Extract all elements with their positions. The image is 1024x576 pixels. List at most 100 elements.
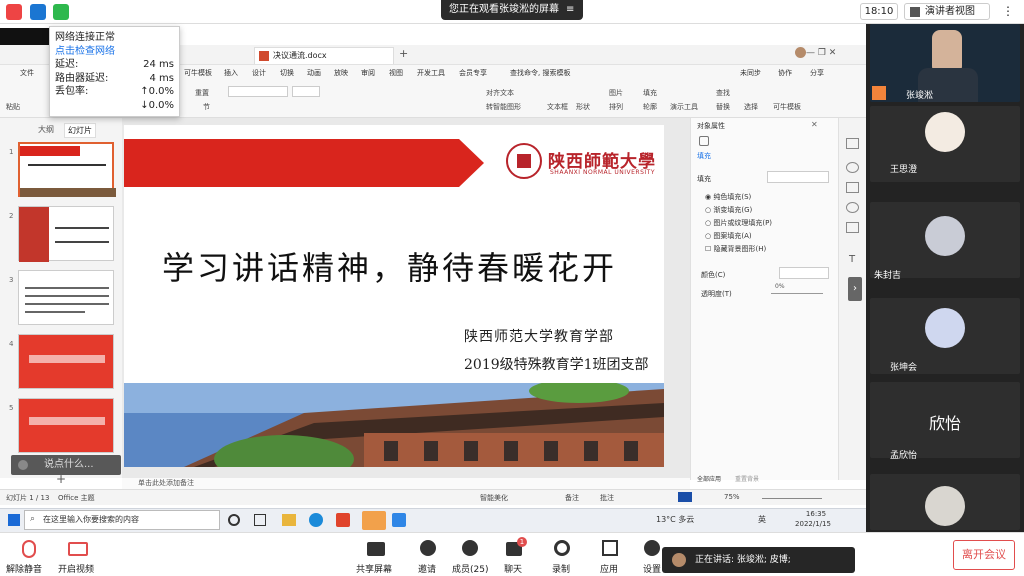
menu-devtools[interactable]: 开发工具 bbox=[417, 68, 445, 78]
weather[interactable]: 13°C 多云 bbox=[656, 514, 694, 525]
thumbnail-slide-3[interactable] bbox=[18, 270, 114, 325]
hide-bg-checkbox[interactable]: ☐ 隐藏背景图形(H) bbox=[705, 244, 766, 254]
transparency-slider[interactable] bbox=[771, 293, 823, 294]
tab-outline[interactable]: 大纲 bbox=[38, 124, 54, 135]
menu-file[interactable]: 文件 bbox=[20, 68, 34, 78]
meeting-app-icon[interactable] bbox=[362, 511, 386, 530]
comments-button[interactable]: 批注 bbox=[600, 493, 614, 503]
animation-icon[interactable] bbox=[846, 202, 859, 213]
members-button[interactable]: 成员(25) bbox=[452, 562, 488, 575]
fill-section-label[interactable]: 填充 bbox=[697, 174, 711, 184]
menu-slideshow[interactable]: 放映 bbox=[334, 68, 348, 78]
participant-tile-video[interactable]: 张竣淞 bbox=[870, 24, 1020, 102]
text-icon[interactable]: T bbox=[849, 254, 855, 265]
record-status-icon[interactable] bbox=[6, 4, 22, 20]
shield-icon[interactable] bbox=[30, 4, 46, 20]
wps-app-icon[interactable] bbox=[336, 513, 350, 527]
fill-option-solid[interactable]: ◉ 纯色填充(S) bbox=[705, 192, 751, 202]
signal-icon[interactable] bbox=[53, 4, 69, 20]
document-tab[interactable]: 决议通流.docx bbox=[254, 47, 394, 64]
apply-all-button[interactable]: 全部应用 bbox=[697, 474, 721, 483]
menu-design[interactable]: 设计 bbox=[252, 68, 266, 78]
find-button[interactable]: 查找 bbox=[716, 88, 730, 98]
apps-icon[interactable] bbox=[602, 540, 618, 556]
notes-button[interactable]: 备注 bbox=[565, 493, 579, 503]
props-tab-fill[interactable]: 填充 bbox=[697, 151, 711, 161]
record-button[interactable]: 录制 bbox=[552, 562, 570, 575]
chat-button[interactable]: 聊天 bbox=[504, 562, 522, 575]
zoom-slider[interactable] bbox=[762, 498, 822, 499]
outline-button[interactable]: 轮廓 bbox=[643, 102, 657, 112]
share-screen-button[interactable]: 共享屏幕 bbox=[356, 562, 392, 575]
menu-review[interactable]: 审阅 bbox=[361, 68, 375, 78]
video-off-icon[interactable] bbox=[68, 542, 88, 556]
collapse-panel-icon[interactable]: › bbox=[848, 277, 862, 301]
paste-button[interactable]: 粘贴 bbox=[6, 102, 20, 112]
file-explorer-icon[interactable] bbox=[282, 514, 296, 526]
font-size-select[interactable] bbox=[292, 86, 320, 97]
select-button[interactable]: 选择 bbox=[744, 102, 758, 112]
thumbnail-slide-1[interactable] bbox=[18, 142, 116, 197]
taskbar-search-input[interactable]: 在这里输入你要搜索的内容 bbox=[24, 510, 220, 530]
fill-button[interactable]: 填充 bbox=[643, 88, 657, 98]
settings-icon[interactable] bbox=[644, 540, 660, 556]
start-video-button[interactable]: 开启视频 bbox=[58, 562, 94, 575]
shape-icon[interactable] bbox=[846, 162, 859, 173]
arrange-button[interactable]: 排列 bbox=[609, 102, 623, 112]
menu-share[interactable]: 分享 bbox=[810, 68, 824, 78]
mic-muted-icon[interactable] bbox=[22, 540, 36, 558]
participant-tile[interactable] bbox=[870, 474, 1020, 530]
app-icon[interactable] bbox=[392, 513, 406, 527]
shape-button[interactable]: 形状 bbox=[576, 102, 590, 112]
apps-button[interactable]: 应用 bbox=[600, 562, 618, 575]
ime-indicator[interactable]: 英 bbox=[758, 514, 766, 525]
command-search[interactable]: 查找命令, 搜索模板 bbox=[510, 68, 570, 78]
check-network-link[interactable]: 点击检查网络 bbox=[55, 45, 115, 59]
task-view-icon[interactable] bbox=[254, 514, 266, 526]
textbox-button[interactable]: 文本框 bbox=[547, 102, 568, 112]
fill-option-gradient[interactable]: ○ 渐变填充(G) bbox=[705, 205, 752, 215]
windows-start-icon[interactable] bbox=[8, 514, 20, 526]
avatar[interactable] bbox=[795, 47, 806, 58]
menu-unsynced[interactable]: 未同步 bbox=[740, 68, 761, 78]
menu-member[interactable]: 会员专享 bbox=[459, 68, 487, 78]
new-tab-icon[interactable]: + bbox=[399, 47, 408, 60]
menu-transition[interactable]: 切换 bbox=[280, 68, 294, 78]
layout-icon[interactable] bbox=[846, 182, 859, 193]
thumbnail-slide-2[interactable] bbox=[18, 206, 114, 262]
menu-collab[interactable]: 协作 bbox=[778, 68, 792, 78]
slide[interactable]: 陕西師範大學 SHAANXI NORMAL UNIVERSITY 学习讲话精神，… bbox=[124, 125, 664, 467]
replace-button[interactable]: 替换 bbox=[716, 102, 730, 112]
align-text-button[interactable]: 对齐文本 bbox=[486, 88, 514, 98]
smart-beautify-button[interactable]: 智能美化 bbox=[480, 493, 508, 503]
window-controls[interactable]: — ❐ ✕ bbox=[806, 48, 836, 58]
properties-icon[interactable] bbox=[846, 138, 859, 149]
menu-icon[interactable]: ≡ bbox=[566, 4, 574, 15]
view-mode-button[interactable]: 演讲者视图 bbox=[904, 3, 990, 20]
more-icon[interactable]: ⋮ bbox=[1000, 3, 1016, 20]
taskbar-time[interactable]: 16:35 bbox=[798, 510, 834, 518]
menu-insert[interactable]: 插入 bbox=[224, 68, 238, 78]
unmute-button[interactable]: 解除静音 bbox=[6, 562, 42, 575]
settings-button[interactable]: 设置 bbox=[643, 562, 661, 575]
invite-button[interactable]: 邀请 bbox=[418, 562, 436, 575]
participant-tile[interactable]: 朱封吉 bbox=[870, 202, 1020, 281]
participant-tile[interactable]: 王思澄 bbox=[870, 106, 1020, 182]
color-picker[interactable] bbox=[779, 267, 829, 279]
fill-select[interactable] bbox=[767, 171, 829, 183]
share-screen-icon[interactable] bbox=[367, 542, 385, 556]
smart-art-button[interactable]: 转智能图形 bbox=[486, 102, 521, 112]
reset-bg-button[interactable]: 重置背景 bbox=[735, 474, 759, 483]
fill-option-pattern[interactable]: ○ 图案填充(A) bbox=[705, 231, 752, 241]
section-button[interactable]: 节 bbox=[203, 102, 210, 112]
participant-tile[interactable]: 张坤会 bbox=[870, 298, 1020, 374]
edge-icon[interactable] bbox=[309, 513, 323, 527]
taskbar-date[interactable]: 2022/1/15 bbox=[792, 520, 834, 528]
tab-slides[interactable]: 幻灯片 bbox=[64, 123, 96, 138]
props-close-icon[interactable]: ✕ bbox=[811, 120, 818, 129]
members-icon[interactable] bbox=[462, 540, 478, 556]
participant-tile[interactable]: 欣怡 孟欣怡 bbox=[870, 382, 1020, 461]
present-tools-button[interactable]: 演示工具 bbox=[670, 102, 698, 112]
invite-icon[interactable] bbox=[420, 540, 436, 556]
font-select[interactable] bbox=[228, 86, 288, 97]
